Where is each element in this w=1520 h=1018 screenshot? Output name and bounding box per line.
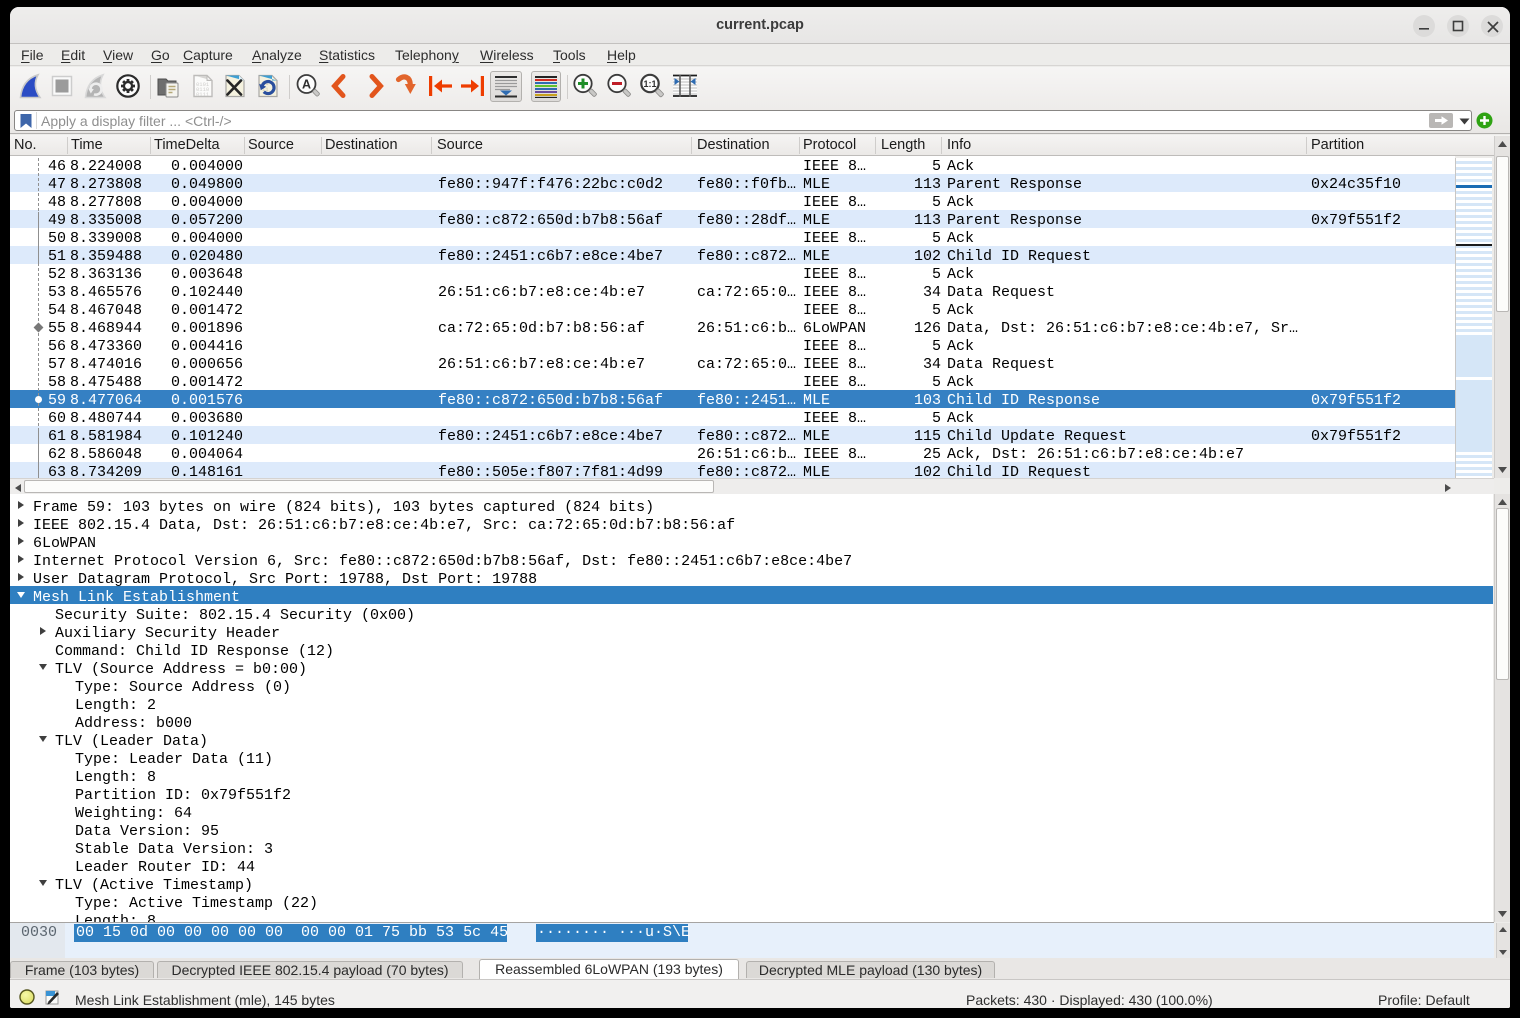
svg-text:A: A [302, 78, 311, 92]
svg-text:0111: 0111 [196, 91, 210, 98]
svg-text:1:1: 1:1 [643, 79, 656, 89]
